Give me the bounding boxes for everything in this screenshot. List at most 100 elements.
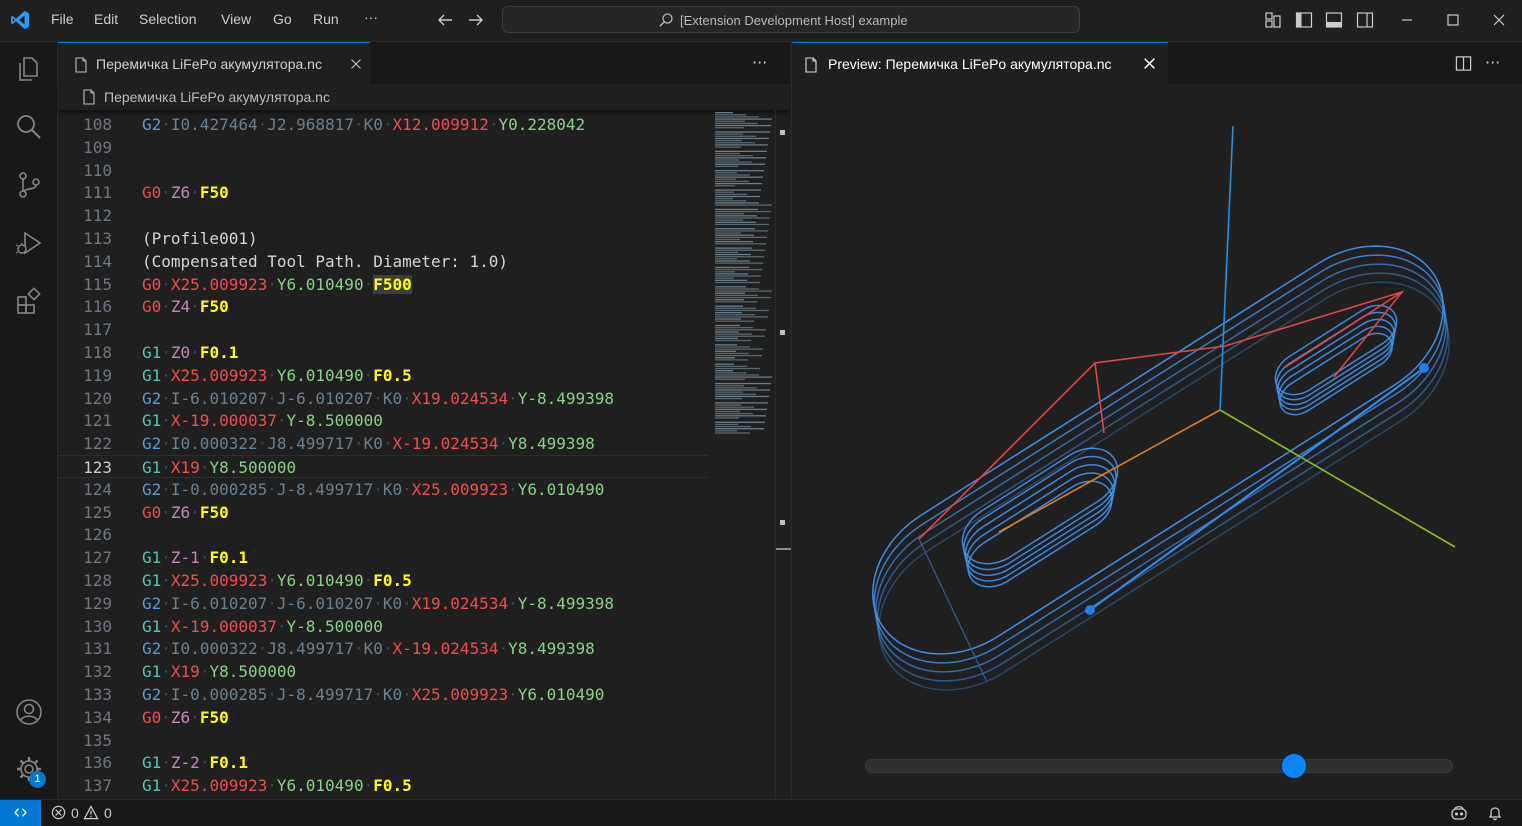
search-view-icon[interactable] bbox=[14, 112, 44, 142]
code-editor[interactable]: 108 G2·I0.427464·J2.968817·K0·X12.009912·… bbox=[58, 110, 708, 799]
minimap-line bbox=[715, 200, 746, 202]
progress-slider-track[interactable] bbox=[865, 759, 1453, 773]
minimize-icon[interactable] bbox=[1398, 11, 1416, 29]
extensions-icon[interactable] bbox=[14, 286, 44, 316]
copilot-icon[interactable] bbox=[1450, 805, 1468, 821]
code-line[interactable]: 123 G1·X19·Y8.500000 bbox=[58, 455, 708, 478]
close-window-icon[interactable] bbox=[1490, 11, 1508, 29]
minimap-line bbox=[715, 286, 746, 288]
error-count: 0 bbox=[71, 805, 79, 821]
whitespace-marker: · bbox=[257, 115, 268, 134]
toggle-primary-sidebar-icon[interactable] bbox=[1295, 11, 1313, 29]
code-line[interactable]: 132 G1·X19·Y8.500000 bbox=[58, 660, 708, 683]
command-center[interactable]: [Extension Development Host] example bbox=[502, 6, 1080, 33]
preview-tab[interactable]: Preview: Перемичка LiFePo акумулятора.nc bbox=[792, 42, 1168, 84]
code-line[interactable]: 134 G0·Z6·F50 bbox=[58, 706, 708, 729]
code-line[interactable]: 118 G1·Z0·F0.1 bbox=[58, 341, 708, 364]
gcode-token: Y6.010490 bbox=[276, 776, 364, 796]
editor-tab[interactable]: Перемичка LiFePo акумулятора.nc bbox=[58, 42, 370, 84]
minimap-line bbox=[715, 393, 756, 395]
code-line[interactable]: 131 G2·I0.000322·J8.499717·K0·X-19.024534… bbox=[58, 637, 708, 660]
remote-indicator[interactable] bbox=[0, 800, 41, 826]
code-line[interactable]: 124 G2·I-0.000285·J-8.499717·K0·X25.00992… bbox=[58, 478, 708, 501]
menu-more[interactable]: ··· bbox=[364, 9, 378, 25]
minimap-line bbox=[715, 176, 763, 178]
toggle-secondary-sidebar-icon[interactable] bbox=[1356, 11, 1374, 29]
minimap-line bbox=[715, 273, 748, 275]
preview-more-actions[interactable]: ··· bbox=[1485, 53, 1500, 72]
gcode-token: Y6.010490 bbox=[517, 685, 605, 704]
editor-scrollbar[interactable] bbox=[775, 110, 791, 799]
forward-arrow-icon[interactable] bbox=[467, 11, 485, 29]
code-line[interactable]: 128 G1·X25.009923·Y6.010490·F0.5 bbox=[58, 569, 708, 592]
customize-layout-icon[interactable] bbox=[1264, 11, 1282, 29]
gcode-3d-viewport[interactable] bbox=[792, 84, 1522, 799]
menu-edit[interactable]: Edit bbox=[94, 11, 118, 27]
maximize-icon[interactable] bbox=[1444, 11, 1462, 29]
minimap-line bbox=[715, 339, 751, 342]
gcode-token: X25.009923 bbox=[170, 274, 268, 294]
code-line[interactable]: 113 (Profile001) bbox=[58, 227, 708, 250]
minimap-line bbox=[715, 193, 747, 195]
code-line[interactable]: 129 G2·I-6.010207·J-6.010207·K0·X19.02453… bbox=[58, 592, 708, 615]
code-line[interactable]: 116 G0·Z4·F50 bbox=[58, 295, 708, 318]
minimap-line bbox=[715, 316, 768, 318]
accounts-icon[interactable] bbox=[14, 697, 44, 727]
code-line[interactable]: 126 bbox=[58, 523, 708, 546]
whitespace-marker: · bbox=[508, 685, 518, 704]
menu-selection[interactable]: Selection bbox=[139, 11, 197, 27]
minimap-line bbox=[715, 299, 744, 301]
explorer-icon[interactable] bbox=[14, 54, 44, 84]
code-line[interactable]: 133 G2·I-0.000285·J-8.499717·K0·X25.00992… bbox=[58, 683, 708, 706]
code-line[interactable]: 109 bbox=[58, 136, 708, 159]
minimap-line bbox=[715, 202, 759, 204]
toggle-panel-icon[interactable] bbox=[1325, 11, 1343, 29]
line-source: G0·Z6·F50 bbox=[142, 706, 229, 729]
gcode-token: F50 bbox=[199, 297, 229, 317]
code-line[interactable]: 111 G0·Z6·F50 bbox=[58, 181, 708, 204]
minimap-line bbox=[715, 251, 738, 254]
code-line[interactable]: 121 G1·X-19.000037·Y-8.500000 bbox=[58, 409, 708, 432]
editor-more-actions[interactable]: ··· bbox=[752, 53, 767, 72]
close-tab-icon[interactable] bbox=[350, 58, 362, 70]
gcode-token: Z0 bbox=[170, 343, 191, 362]
gcode-token: (Profile001) bbox=[142, 229, 258, 248]
code-line[interactable]: 120 G2·I-6.010207·J-6.010207·K0·X19.02453… bbox=[58, 387, 708, 410]
menu-view[interactable]: View bbox=[221, 11, 251, 27]
source-control-icon[interactable] bbox=[14, 170, 44, 200]
gcode-token: Y8.499398 bbox=[508, 434, 595, 454]
run-debug-icon[interactable] bbox=[14, 228, 44, 258]
minimap-line bbox=[715, 389, 770, 391]
code-line[interactable]: 117 bbox=[58, 318, 708, 341]
code-line[interactable]: 119 G1·X25.009923·Y6.010490·F0.5 bbox=[58, 364, 708, 387]
whitespace-marker: · bbox=[353, 639, 364, 659]
close-preview-tab-icon[interactable] bbox=[1143, 57, 1156, 70]
whitespace-marker: · bbox=[508, 388, 518, 408]
code-line[interactable]: 135 bbox=[58, 729, 708, 752]
problems-indicator[interactable]: 0 0 bbox=[50, 800, 120, 826]
breadcrumb-file[interactable]: Перемичка LiFePo акумулятора.nc bbox=[104, 89, 330, 105]
menu-go[interactable]: Go bbox=[273, 11, 292, 27]
code-line[interactable]: 136 G1·Z-2·F0.1 bbox=[58, 751, 708, 774]
code-line[interactable]: 130 G1·X-19.000037·Y-8.500000 bbox=[58, 615, 708, 638]
whitespace-marker: · bbox=[508, 479, 518, 499]
code-line[interactable]: 114 (Compensated Tool Path. Diameter: 1.0… bbox=[58, 250, 708, 273]
code-line[interactable]: 108 G2·I0.427464·J2.968817·K0·X12.009912·… bbox=[58, 113, 708, 136]
minimap-line bbox=[715, 415, 766, 417]
pocket-ring bbox=[965, 472, 1115, 582]
code-line[interactable]: 125 G0·Z6·F50 bbox=[58, 501, 708, 524]
breadcrumb: Перемичка LiFePo акумулятора.nc bbox=[58, 84, 790, 110]
menu-file[interactable]: File bbox=[51, 11, 74, 27]
code-line[interactable]: 112 bbox=[58, 204, 708, 227]
menu-run[interactable]: Run bbox=[313, 11, 339, 27]
whitespace-marker: · bbox=[508, 593, 518, 613]
code-line[interactable]: 137 G1·X25.009923·Y6.010490·F0.5 bbox=[58, 774, 708, 797]
code-line[interactable]: 115 G0·X25.009923·Y6.010490·F500 bbox=[58, 273, 708, 296]
code-line[interactable]: 122 G2·I0.000322·J8.499717·K0·X-19.024534… bbox=[58, 432, 708, 455]
code-line[interactable]: 127 G1·Z-1·F0.1 bbox=[58, 546, 708, 569]
split-editor-icon[interactable] bbox=[1455, 55, 1472, 72]
code-line[interactable]: 110 bbox=[58, 159, 708, 182]
minimap[interactable] bbox=[713, 110, 775, 799]
notifications-bell-icon[interactable] bbox=[1487, 805, 1503, 821]
back-arrow-icon[interactable] bbox=[436, 11, 454, 29]
